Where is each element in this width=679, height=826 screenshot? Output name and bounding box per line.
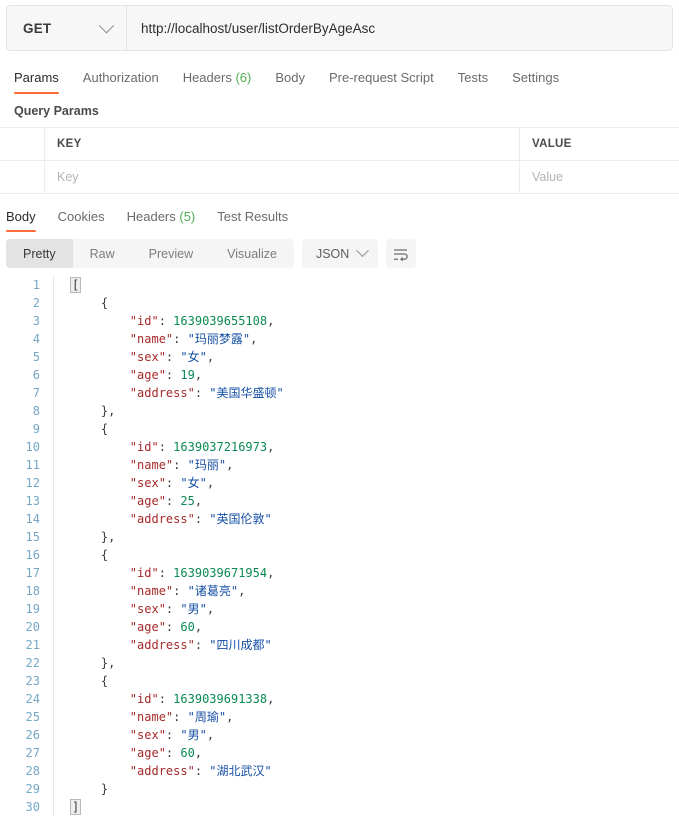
json-code-content[interactable]: [ { "id": 1639039655108, "name": "玛丽梦露",…: [53, 276, 679, 816]
tab-pre-request-script[interactable]: Pre-request Script: [329, 70, 434, 94]
tab-authorization[interactable]: Authorization: [83, 70, 159, 94]
tab-body[interactable]: Body: [275, 70, 305, 94]
response-tab-headers[interactable]: Headers (5): [127, 209, 196, 232]
chevron-down-icon: [356, 244, 370, 258]
response-tab-test-results[interactable]: Test Results: [217, 209, 288, 232]
response-tab-cookies[interactable]: Cookies: [58, 209, 105, 232]
line-number-gutter: 1 2 3 4 5 6 7 8 9 10 11 12 13 14 15 16 17 18 19 20 21 22 23 24 2…: [25, 278, 40, 814]
response-tabs: Body Cookies Headers (5) Test Results: [0, 202, 679, 232]
response-format-label: JSON: [315, 246, 350, 261]
headers-count: (6): [235, 70, 252, 85]
row-checkbox-gutter[interactable]: [0, 161, 45, 193]
request-tabs: Params Authorization Headers (6) Body Pr…: [0, 62, 679, 94]
chevron-down-icon: [98, 17, 115, 33]
select-all-gutter: [0, 128, 45, 160]
view-mode-raw[interactable]: Raw: [73, 239, 132, 268]
view-mode-segmented-control: Pretty Raw Preview Visualize: [6, 239, 294, 268]
word-wrap-icon: [394, 248, 408, 261]
tab-headers[interactable]: Headers (6): [183, 70, 252, 94]
http-method-label: GET: [23, 20, 52, 36]
response-tab-body[interactable]: Body: [6, 209, 36, 232]
param-key-input[interactable]: Key: [45, 161, 520, 193]
response-format-select[interactable]: JSON: [301, 239, 379, 268]
tab-params[interactable]: Params: [14, 70, 59, 94]
view-mode-pretty[interactable]: Pretty: [6, 239, 73, 268]
url-input[interactable]: http://localhost/user/listOrderByAgeAsc: [127, 6, 672, 50]
query-params-table: KEY VALUE Key Value: [0, 127, 679, 194]
column-header-value: VALUE: [532, 138, 572, 150]
tab-tests[interactable]: Tests: [458, 70, 488, 94]
table-header-row: KEY VALUE: [0, 128, 679, 160]
column-header-key: KEY: [45, 128, 520, 160]
query-params-title: Query Params: [14, 104, 99, 118]
word-wrap-button[interactable]: [386, 239, 417, 268]
response-toolbar: Pretty Raw Preview Visualize JSON: [0, 232, 679, 274]
tab-settings[interactable]: Settings: [512, 70, 559, 94]
response-headers-count: (5): [179, 209, 196, 224]
request-url-bar: GET http://localhost/user/listOrderByAge…: [6, 5, 673, 51]
view-mode-visualize[interactable]: Visualize: [210, 239, 294, 268]
view-mode-preview[interactable]: Preview: [132, 239, 210, 268]
param-value-input[interactable]: Value: [520, 161, 679, 193]
table-row: Key Value: [0, 160, 679, 193]
json-response-viewer: 1 2 3 4 5 6 7 8 9 10 11 12 13 14 15 16 17 18 19 20 21 22 23 24 2…: [0, 274, 679, 816]
http-method-select[interactable]: GET: [7, 6, 127, 50]
